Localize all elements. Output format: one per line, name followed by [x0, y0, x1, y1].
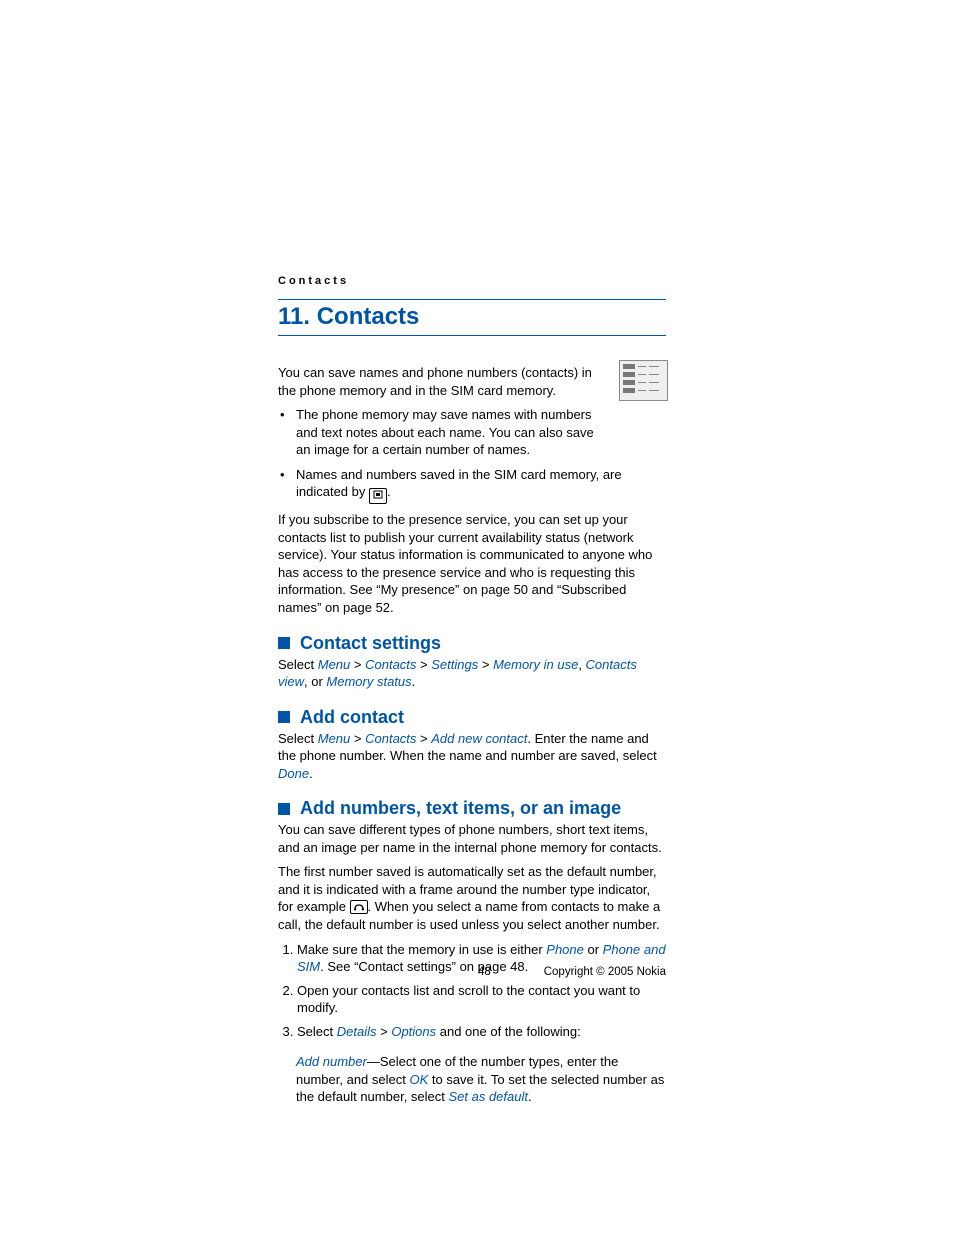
phone-type-indicator-icon	[350, 900, 368, 914]
contacts-list-icon	[619, 360, 668, 401]
intro-paragraph-1: You can save names and phone numbers (co…	[278, 364, 598, 399]
sim-card-icon	[369, 488, 387, 504]
document-page: Contacts 11. Contacts You can save names…	[0, 0, 954, 1235]
ui-options: Options	[391, 1024, 436, 1039]
steps-list: Make sure that the memory in use is eith…	[278, 941, 666, 1041]
contact-settings-body: Select Menu > Contacts > Settings > Memo…	[278, 656, 666, 691]
intro-bullet-1: The phone memory may save names with num…	[278, 406, 600, 459]
ui-set-as-default: Set as default	[448, 1089, 528, 1104]
bullet-2-pre: Names and numbers saved in the SIM card …	[296, 467, 622, 500]
ui-add-new-contact: Add new contact	[431, 731, 527, 746]
bullet-2-post: .	[387, 484, 391, 499]
step-3-option-add-number: Add number—Select one of the number type…	[296, 1053, 666, 1106]
ui-memory-status: Memory status	[326, 674, 411, 689]
add-numbers-p1: You can save different types of phone nu…	[278, 821, 666, 856]
page-number: 48	[478, 966, 491, 978]
add-numbers-p2: The first number saved is automatically …	[278, 863, 666, 933]
ui-ok: OK	[409, 1072, 428, 1087]
chapter-title: 11. Contacts	[278, 299, 666, 336]
section-contact-settings: Contact settings	[278, 633, 666, 654]
ui-settings: Settings	[431, 657, 478, 672]
ui-contacts: Contacts	[365, 657, 416, 672]
ui-phone: Phone	[546, 942, 584, 957]
ui-menu: Menu	[318, 731, 351, 746]
step-2: Open your contacts list and scroll to th…	[297, 982, 666, 1017]
running-header: Contacts	[278, 275, 666, 287]
page-footer: 48 Copyright © 2005 Nokia	[278, 966, 666, 978]
ui-contacts: Contacts	[365, 731, 416, 746]
section-add-numbers: Add numbers, text items, or an image	[278, 798, 666, 819]
ui-add-number: Add number	[296, 1054, 367, 1069]
ui-memory-in-use: Memory in use	[493, 657, 578, 672]
intro-paragraph-2: If you subscribe to the presence service…	[278, 511, 666, 616]
ui-menu: Menu	[318, 657, 351, 672]
ui-done: Done	[278, 766, 309, 781]
intro-bullet-2: Names and numbers saved in the SIM card …	[278, 466, 666, 505]
add-contact-body: Select Menu > Contacts > Add new contact…	[278, 730, 666, 783]
section-add-contact: Add contact	[278, 707, 666, 728]
step-3: Select Details > Options and one of the …	[297, 1023, 666, 1041]
ui-details: Details	[337, 1024, 377, 1039]
intro-block: You can save names and phone numbers (co…	[278, 364, 666, 617]
copyright-text: Copyright © 2005 Nokia	[544, 966, 666, 978]
